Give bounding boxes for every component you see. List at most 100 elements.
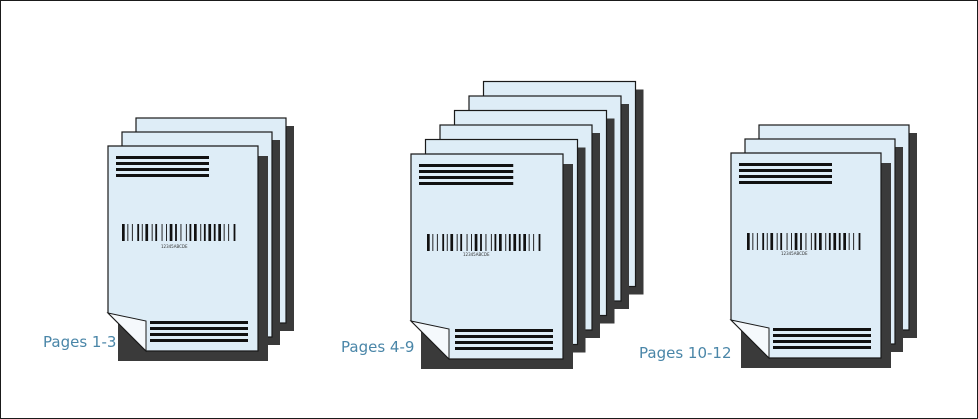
stack-pages-1-3-footer-text-bar xyxy=(150,327,248,330)
stack-pages-10-12-barcode-bar xyxy=(819,233,822,250)
stack-pages-1-3-barcode-bar xyxy=(169,224,173,241)
stack-pages-1-3-barcode-bar xyxy=(223,224,225,241)
stack-pages-1-3-barcode-bar xyxy=(122,224,125,241)
stack-pages-1-3-barcode-bar xyxy=(151,224,153,241)
stack-pages-4-9-barcode-bar xyxy=(505,234,507,251)
barcode-caption-stack-2: 12345ABCDE xyxy=(463,252,490,257)
page-stacks-diagram xyxy=(106,80,917,369)
stack-pages-4-9-barcode-bar xyxy=(450,234,454,251)
stack-pages-1-3-barcode-bar xyxy=(131,224,133,241)
stack-pages-4-9-header-text-bar xyxy=(419,170,514,173)
stack-pages-10-12-header-text-bar xyxy=(739,181,832,184)
stack-pages-10-12-barcode-bar xyxy=(825,233,827,250)
stack-pages-4-9-footer-text-bar xyxy=(455,329,553,332)
stack-pages-1-3-barcode-bar xyxy=(127,224,129,241)
stack-pages-1-3-barcode-bar xyxy=(228,224,230,241)
stack-pages-10-12-header-text-bar xyxy=(739,163,832,166)
stack-pages-4-9-footer-text-bar xyxy=(455,347,553,350)
stack-pages-1-3-barcode-bar xyxy=(218,224,221,241)
stack-pages-1-3-barcode-bar xyxy=(161,224,163,241)
stack-pages-10-12-footer-text-bar xyxy=(773,340,871,343)
stack-pages-10-12-barcode-bar xyxy=(747,233,750,250)
stack-pages-10-12-barcode-bar xyxy=(810,233,812,250)
stack-pages-1-3-barcode-bar xyxy=(180,224,182,241)
stack-pages-1-3-barcode-bar xyxy=(137,224,140,241)
stack-pages-10-12-footer-text-bar xyxy=(773,346,871,349)
stack-pages-4-9-barcode-bar xyxy=(456,234,458,251)
stack-pages-1-3-barcode-bar xyxy=(213,224,216,241)
stack-pages-10-12-barcode-bar xyxy=(770,233,774,250)
stack-pages-10-12-barcode-bar xyxy=(858,233,861,250)
stack-pages-10-12-footer-text-bar xyxy=(773,328,871,331)
stack-pages-4-9-barcode-bar xyxy=(480,234,482,251)
stack-pages-1-3-header-text-bar xyxy=(116,156,209,159)
stack-pages-1-3-barcode-bar xyxy=(185,224,187,241)
stack-pages-1-3-header-text-bar xyxy=(116,174,209,177)
stack-label-pages-10-12: Pages 10-12 xyxy=(639,344,732,362)
stack-pages-4-9-barcode-bar xyxy=(466,234,468,251)
stack-pages-1-3-footer-text-bar xyxy=(150,333,248,336)
stack-pages-4-9-header-text-bar xyxy=(419,176,514,179)
stack-pages-10-12-barcode-bar xyxy=(786,233,788,250)
stack-pages-1-3-barcode-bar xyxy=(203,224,206,241)
stack-pages-10-12-header-text-bar xyxy=(739,169,832,172)
stack-pages-4-9-barcode-bar xyxy=(499,234,502,251)
stack-pages-1-3-footer-text-bar xyxy=(150,339,248,342)
stack-pages-4-9-barcode-bar xyxy=(485,234,487,251)
stack-pages-1-3-barcode-bar xyxy=(233,224,236,241)
stack-pages-4-9 xyxy=(409,80,644,369)
stack-pages-4-9-footer-text-bar xyxy=(455,341,553,344)
stack-pages-4-9-barcode-bar xyxy=(523,234,526,251)
stack-pages-4-9-barcode-bar xyxy=(513,234,517,251)
stack-pages-10-12-barcode-bar xyxy=(780,233,783,250)
stack-pages-10-12-barcode-bar xyxy=(762,233,765,250)
stack-pages-1-3-barcode-bar xyxy=(208,224,212,241)
stack-pages-4-9-barcode-bar xyxy=(446,234,448,251)
stack-pages-4-9-header-text-bar xyxy=(419,164,514,167)
stack-pages-1-3-barcode-bar xyxy=(189,224,192,241)
stack-label-pages-4-9: Pages 4-9 xyxy=(341,338,415,356)
stack-pages-1-3-barcode-bar xyxy=(145,224,149,241)
stack-pages-4-9-barcode-bar xyxy=(538,234,541,251)
stack-pages-4-9-barcode-bar xyxy=(432,234,434,251)
stack-pages-4-9-barcode-bar xyxy=(460,234,463,251)
stack-pages-1-3-barcode-bar xyxy=(200,224,202,241)
stack-pages-4-9-barcode-bar xyxy=(471,234,472,251)
stack-pages-10-12-barcode-bar xyxy=(756,233,758,250)
stack-pages-4-9-barcode-bar xyxy=(508,234,511,251)
stack-pages-4-9-barcode-bar xyxy=(442,234,445,251)
stack-pages-1-3-footer-text-bar xyxy=(150,321,248,324)
stack-pages-10-12-barcode-bar xyxy=(838,233,841,250)
stack-pages-10-12-barcode-bar xyxy=(805,233,807,250)
stack-label-pages-1-3: Pages 1-3 xyxy=(43,333,117,351)
diagram-frame: Pages 1-3 Pages 4-9 Pages 10-12 12345ABC… xyxy=(0,0,978,419)
stack-pages-10-12-barcode-bar xyxy=(794,233,798,250)
stack-pages-1-3 xyxy=(106,117,294,361)
stack-pages-1-3-barcode-bar xyxy=(141,224,143,241)
stack-pages-1-3-barcode-bar xyxy=(155,224,158,241)
stack-pages-1-3-header-text-bar xyxy=(116,162,209,165)
stack-pages-10-12-barcode-bar xyxy=(791,233,792,250)
stack-pages-10-12-barcode-bar xyxy=(853,233,855,250)
stack-pages-10-12 xyxy=(729,124,917,368)
stack-pages-4-9-footer-text-bar xyxy=(455,335,553,338)
stack-pages-10-12-barcode-bar xyxy=(833,233,837,250)
stack-pages-1-3-barcode-bar xyxy=(194,224,197,241)
stack-pages-1-3-barcode-bar xyxy=(166,224,167,241)
stack-pages-4-9-barcode-bar xyxy=(518,234,521,251)
stack-pages-10-12-barcode-bar xyxy=(828,233,831,250)
stack-pages-1-3-header-text-bar xyxy=(116,168,209,171)
stack-pages-10-12-footer-text-bar xyxy=(773,334,871,337)
stack-pages-4-9-header-text-bar xyxy=(419,182,514,185)
stack-pages-4-9-barcode-bar xyxy=(490,234,492,251)
stack-pages-4-9-barcode-bar xyxy=(494,234,497,251)
stack-pages-10-12-barcode-bar xyxy=(752,233,754,250)
stack-pages-4-9-barcode-bar xyxy=(436,234,438,251)
stack-pages-1-3-barcode-bar xyxy=(175,224,177,241)
stack-pages-10-12-barcode-bar xyxy=(766,233,768,250)
stack-pages-4-9-barcode-bar xyxy=(474,234,478,251)
stack-pages-10-12-barcode-bar xyxy=(848,233,850,250)
stack-pages-10-12-header-text-bar xyxy=(739,175,832,178)
stack-pages-10-12-barcode-bar xyxy=(814,233,817,250)
stack-pages-10-12-barcode-bar xyxy=(800,233,802,250)
